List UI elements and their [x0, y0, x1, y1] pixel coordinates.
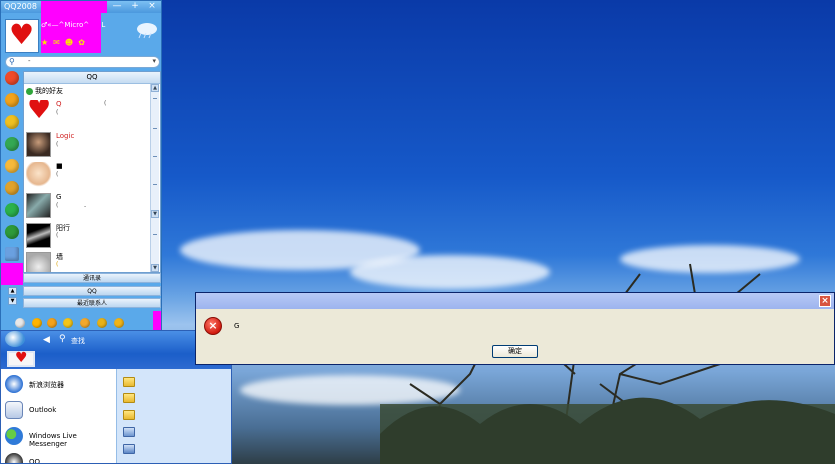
- nickname: ♂«—^Micro^ L: [41, 21, 106, 29]
- friend-signature: (: [56, 261, 59, 268]
- heart-icon: ♥: [27, 100, 51, 125]
- list-item[interactable]: Logic (: [26, 132, 151, 160]
- qq-window[interactable]: QQ2008 — + × ♥ ♂«—^Micro^ L ★✉☻✿ ⚲ - ▾ Q…: [0, 0, 162, 350]
- friend-name: Logic: [56, 132, 75, 140]
- shield-icon[interactable]: [5, 225, 19, 239]
- scroll-up-button[interactable]: ▲: [8, 287, 17, 295]
- speaker-icon[interactable]: ◀: [43, 335, 50, 345]
- chevron-down-icon[interactable]: ▾: [152, 57, 156, 65]
- scroll-down-button[interactable]: ▼: [151, 264, 159, 272]
- friend-signature: (: [56, 171, 59, 178]
- redaction-block: [41, 13, 101, 53]
- dialog-title-bar[interactable]: ×: [196, 293, 834, 309]
- app-box-icon[interactable]: [5, 247, 19, 261]
- friend-signature: (: [56, 202, 59, 209]
- qq-sidebar: [3, 71, 21, 261]
- avatar: [26, 193, 51, 218]
- dialog-message: G: [234, 322, 240, 330]
- tab-qq[interactable]: QQ: [23, 286, 161, 296]
- mail-icon: [5, 401, 23, 419]
- search-icon[interactable]: ⚲: [59, 334, 66, 344]
- app-icon[interactable]: [114, 318, 124, 328]
- panel-header[interactable]: QQ: [24, 72, 160, 84]
- avatar: [26, 252, 51, 272]
- user-icon[interactable]: [32, 318, 42, 328]
- minimize-button[interactable]: —: [111, 1, 123, 12]
- list-item[interactable]: G ( -: [26, 193, 151, 221]
- search-input[interactable]: ⚲ - ▾: [5, 56, 160, 68]
- friend-group[interactable]: 我的好友: [26, 86, 63, 96]
- friend-signature: (: [56, 141, 59, 148]
- user-picture[interactable]: ♥: [7, 350, 35, 367]
- avatar: ♥: [26, 100, 51, 125]
- pet-icon[interactable]: [97, 318, 107, 328]
- start-item-messenger[interactable]: Windows Live Messenger: [5, 427, 115, 448]
- settings-icon[interactable]: [15, 318, 25, 328]
- status-icons[interactable]: ★✉☻✿: [41, 38, 90, 47]
- list-item[interactable]: ♥ Q ( (: [26, 100, 151, 128]
- redaction-block: [41, 1, 107, 13]
- weather-icon[interactable]: [133, 19, 159, 39]
- pet-icon[interactable]: [5, 181, 19, 195]
- messenger-icon: [5, 427, 23, 445]
- group-online-icon: [26, 87, 33, 95]
- start-item-qq[interactable]: QQ: [5, 453, 115, 463]
- folder-icon[interactable]: [123, 377, 135, 387]
- start-menu-programs: 新浪浏览器 Outlook Windows Live Messenger QQ: [1, 369, 116, 463]
- computer-icon[interactable]: [123, 427, 135, 437]
- close-button[interactable]: ×: [819, 295, 831, 307]
- list-item[interactable]: ■ (: [26, 162, 151, 190]
- message-icon[interactable]: [47, 318, 57, 328]
- search-icon[interactable]: [5, 93, 19, 107]
- friend-signature: (: [56, 109, 59, 116]
- start-item-outlook[interactable]: Outlook: [5, 401, 115, 421]
- avatar: [26, 132, 51, 157]
- error-dialog[interactable]: × × G 确定: [195, 292, 835, 365]
- scroll-down-button[interactable]: ▼: [8, 297, 17, 305]
- list-item[interactable]: 阳行 (: [26, 223, 151, 251]
- scroll-down-button[interactable]: ▼: [151, 210, 159, 218]
- friend-signature: (: [56, 232, 59, 239]
- folder-icon[interactable]: [123, 393, 135, 403]
- file-icon[interactable]: [63, 318, 73, 328]
- friend-name: G: [56, 193, 62, 201]
- search-icon: ⚲: [9, 57, 15, 66]
- game-icon[interactable]: [80, 318, 90, 328]
- search-label[interactable]: 查找: [71, 336, 85, 346]
- friend-name: Q: [56, 100, 62, 108]
- qq-penguin-icon: [5, 453, 23, 463]
- scroll-up-button[interactable]: ▲: [151, 84, 159, 92]
- heart-icon: ♥: [9, 18, 35, 51]
- music-icon[interactable]: [5, 137, 19, 151]
- qq-penguin-icon[interactable]: [5, 71, 19, 85]
- folder-icon[interactable]: [123, 410, 135, 420]
- tab-contacts[interactable]: 通讯录: [23, 273, 161, 283]
- scrollbar[interactable]: ▲ ▼ ▼: [150, 84, 159, 272]
- start-item-browser[interactable]: 新浪浏览器: [5, 375, 115, 395]
- maximize-button[interactable]: +: [129, 1, 141, 12]
- list-item[interactable]: 墙 (: [26, 252, 151, 272]
- qq-title: QQ2008: [4, 2, 37, 11]
- redaction-block: [1, 263, 23, 285]
- ok-button[interactable]: 确定: [492, 345, 538, 358]
- tab-recent[interactable]: 最近联系人: [23, 298, 161, 308]
- avatar[interactable]: ♥: [5, 18, 39, 53]
- browser-icon: [5, 375, 23, 393]
- avatar: [26, 223, 51, 248]
- network-icon[interactable]: [123, 444, 135, 454]
- pencil-icon[interactable]: [5, 159, 19, 173]
- avatar: [26, 162, 51, 187]
- wallet-icon[interactable]: [5, 203, 19, 217]
- start-menu-places: [116, 369, 231, 463]
- qq-title-bar[interactable]: QQ2008 — + ×: [1, 1, 161, 13]
- game-icon[interactable]: [5, 115, 19, 129]
- qq-penguin-icon[interactable]: [5, 331, 25, 347]
- heart-icon: ♥: [15, 350, 28, 366]
- friend-list-panel[interactable]: QQ 我的好友 ♥ Q ( ( Logic ( ■ ( G ( - 阳行 (墙…: [23, 71, 161, 273]
- close-button[interactable]: ×: [146, 1, 158, 12]
- friend-name: ■: [56, 162, 63, 170]
- error-icon: ×: [204, 317, 222, 335]
